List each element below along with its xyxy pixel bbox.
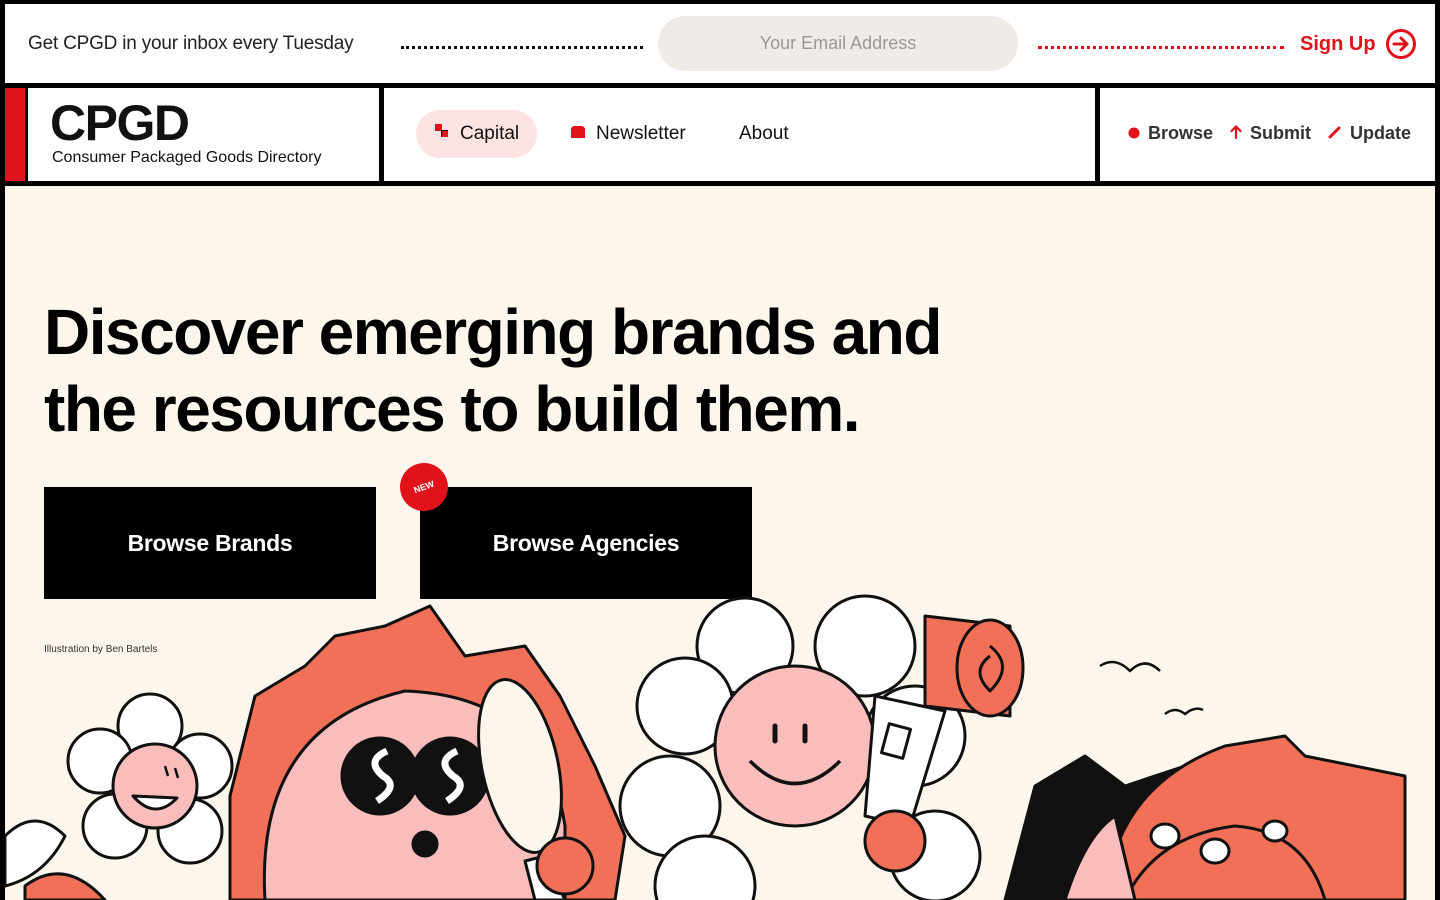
hero-headline: Discover emerging brands and the resourc… [44, 296, 942, 445]
bird [1164, 707, 1204, 716]
capital-squares-icon [434, 123, 450, 145]
submit-label: Submit [1250, 123, 1311, 143]
nav-item-capital[interactable]: Capital [416, 110, 538, 158]
pencil-icon [1328, 123, 1342, 144]
brand-red-bar [5, 88, 25, 181]
submit-link[interactable]: Submit [1230, 123, 1311, 144]
browse-agencies-button[interactable]: Browse Agencies [420, 487, 752, 599]
logo-block[interactable]: CPGD Consumer Packaged Goods Directory [5, 88, 379, 181]
browse-brands-button[interactable]: Browse Brands [44, 487, 376, 599]
update-link[interactable]: Update [1328, 123, 1411, 144]
nav-label-about: About [739, 123, 789, 144]
nav-label-capital: Capital [460, 123, 520, 144]
nav-item-newsletter[interactable]: Newsletter [552, 110, 704, 158]
dotted-divider [401, 46, 643, 49]
nav-item-about[interactable]: About [721, 110, 807, 158]
newsletter-promo-text: Get CPGD in your inbox every Tuesday [28, 33, 354, 54]
sign-up-label: Sign Up [1300, 32, 1376, 55]
page-frame: Get CPGD in your inbox every Tuesday Sig… [0, 0, 1440, 900]
leaf-shape [23, 872, 107, 900]
logo-title: CPGD [50, 95, 190, 151]
nav-label-newsletter: Newsletter [596, 123, 686, 144]
bird [1099, 660, 1161, 673]
update-label: Update [1350, 123, 1412, 143]
arrow-up-icon [1230, 123, 1242, 144]
header-actions: Browse Submit Update [1100, 88, 1435, 181]
logo-subtitle: Consumer Packaged Goods Directory [52, 149, 322, 166]
arrow-right-circle-icon [1385, 29, 1416, 59]
mushroom-character [1063, 734, 1407, 900]
email-input[interactable] [658, 16, 1018, 71]
newsletter-icon [570, 123, 586, 145]
dotted-divider-red [1038, 46, 1284, 49]
dot-icon [1128, 123, 1140, 144]
hero-section: Discover emerging brands and the resourc… [5, 186, 1435, 900]
small-daisy [66, 692, 234, 865]
newsletter-bar: Get CPGD in your inbox every Tuesday Sig… [5, 4, 1435, 83]
sign-up-button[interactable]: Sign Up [1300, 29, 1416, 59]
hero-illustration [5, 594, 1407, 900]
main-nav: Capital Newsletter About [384, 88, 1095, 181]
browse-link[interactable]: Browse [1128, 123, 1213, 144]
browse-label: Browse [1148, 123, 1214, 143]
